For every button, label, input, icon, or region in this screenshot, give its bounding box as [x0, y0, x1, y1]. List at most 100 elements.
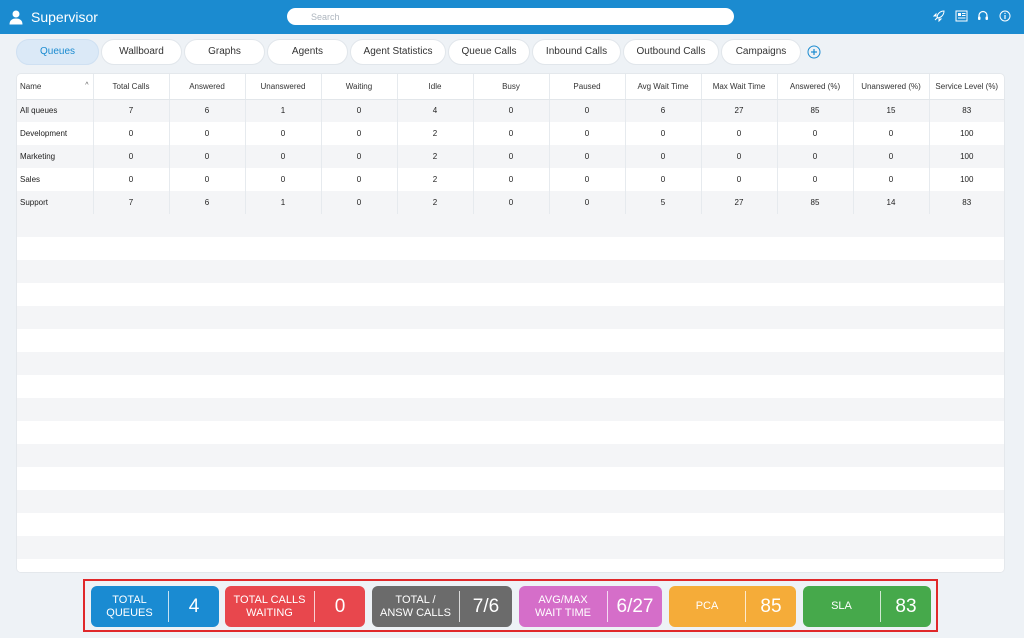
table-cell: 0: [93, 168, 170, 191]
column-header[interactable]: Total Calls: [93, 74, 170, 100]
table-cell: 0: [169, 168, 246, 191]
tab-agents[interactable]: Agents: [267, 38, 348, 65]
column-header[interactable]: Answered (%): [777, 74, 854, 100]
tab-wallboard[interactable]: Wallboard: [101, 38, 182, 65]
kpi-total-calls-waiting: TOTAL CALLS WAITING 0: [225, 586, 365, 627]
table-cell: 0: [853, 122, 930, 145]
column-header[interactable]: Unanswered (%): [853, 74, 930, 100]
table-cell: 0: [321, 145, 398, 168]
table-cell: 0: [321, 99, 398, 122]
table-cell: 0: [549, 145, 626, 168]
table-cell: 0: [625, 122, 702, 145]
kpi-label: TOTAL CALLS WAITING: [233, 593, 306, 619]
table-cell: 0: [321, 168, 398, 191]
table-cell: 7: [93, 99, 170, 122]
kpi-pca: PCA 85: [669, 586, 796, 627]
kpi-label: PCA: [695, 600, 719, 612]
table-body: All queues 7 6 1 0 4 0 0 6 27 85 15 83 Development 0 0 0…: [17, 99, 1004, 214]
table-cell: 0: [777, 145, 854, 168]
table-cell: 0: [549, 191, 626, 214]
column-header[interactable]: Answered: [169, 74, 246, 100]
tab-campaigns[interactable]: Campaigns: [721, 38, 801, 65]
tab-graphs[interactable]: Graphs: [184, 38, 265, 65]
tab-queue-calls[interactable]: Queue Calls: [448, 38, 530, 65]
table-cell: 0: [853, 168, 930, 191]
table-cell: 0: [93, 122, 170, 145]
table-row[interactable]: All queues 7 6 1 0 4 0 0 6 27 85 15 83: [17, 99, 1004, 122]
kpi-value: 4: [188, 595, 200, 617]
headset-icon[interactable]: [976, 9, 990, 23]
search-input[interactable]: [287, 8, 734, 25]
queue-name-cell: Sales: [17, 168, 94, 191]
table-row[interactable]: Marketing 0 0 0 0 2 0 0 0 0 0 0 100: [17, 145, 1004, 168]
kpi-total-queues: TOTAL QUEUES 4: [91, 586, 219, 627]
table-cell: 0: [701, 168, 778, 191]
table-row[interactable]: Sales 0 0 0 0 2 0 0 0 0 0 0 100: [17, 168, 1004, 191]
table-cell: 0: [245, 168, 322, 191]
table-cell: 0: [245, 122, 322, 145]
table-cell: 0: [549, 99, 626, 122]
queue-name-cell: Marketing: [17, 145, 94, 168]
table-cell: 1: [245, 99, 322, 122]
table-cell: 0: [321, 191, 398, 214]
column-header[interactable]: Idle: [397, 74, 474, 100]
kpi-value: 83: [895, 595, 917, 617]
kpi-value: 6/27: [616, 595, 654, 617]
queue-name-cell: All queues: [17, 99, 94, 122]
table-cell: 0: [777, 122, 854, 145]
table-cell: 4: [397, 99, 474, 122]
column-header[interactable]: Service Level (%): [929, 74, 1004, 100]
table-cell: 0: [701, 122, 778, 145]
user-icon: [9, 10, 23, 25]
queue-name-cell: Support: [17, 191, 94, 214]
table-cell: 2: [397, 168, 474, 191]
table-cell: 0: [701, 145, 778, 168]
kpi-sla: SLA 83: [803, 586, 931, 627]
table-cell: 6: [625, 99, 702, 122]
table-cell: 0: [549, 122, 626, 145]
info-icon[interactable]: [998, 9, 1012, 23]
empty-rows: [17, 214, 1004, 572]
table-row[interactable]: Support 7 6 1 0 2 0 0 5 27 85 14 83: [17, 191, 1004, 214]
kpi-value: 7/6: [472, 595, 500, 617]
column-header[interactable]: Waiting: [321, 74, 398, 100]
table-cell: 2: [397, 122, 474, 145]
kpi-avg-max-wait: AVG/MAX WAIT TIME 6/27: [519, 586, 662, 627]
tab-inbound-calls[interactable]: Inbound Calls: [532, 38, 621, 65]
table-cell: 100: [929, 122, 1004, 145]
news-icon[interactable]: [954, 9, 968, 23]
table-cell: 0: [93, 145, 170, 168]
rocket-icon[interactable]: [932, 9, 946, 23]
column-header[interactable]: Avg Wait Time: [625, 74, 702, 100]
column-header[interactable]: Unanswered: [245, 74, 322, 100]
table-cell: 2: [397, 191, 474, 214]
tab-agent-statistics[interactable]: Agent Statistics: [350, 38, 446, 65]
table-cell: 27: [701, 191, 778, 214]
table-cell: 5: [625, 191, 702, 214]
table-cell: 0: [169, 145, 246, 168]
table-cell: 83: [929, 99, 1004, 122]
tab-outbound-calls[interactable]: Outbound Calls: [623, 38, 719, 65]
queues-table: Name ^ Total Calls Answered Unanswered Wa…: [17, 74, 1004, 214]
table-cell: 0: [473, 99, 550, 122]
tab-queues[interactable]: Queues: [16, 38, 99, 65]
add-tab-icon[interactable]: [807, 45, 821, 59]
column-header-name[interactable]: Name ^: [17, 74, 94, 100]
column-header[interactable]: Max Wait Time: [701, 74, 778, 100]
table-row[interactable]: Development 0 0 0 0 2 0 0 0 0 0 0 100: [17, 122, 1004, 145]
kpi-label: AVG/MAX WAIT TIME: [534, 593, 592, 619]
tab-bar: Queues Wallboard Graphs Agents Agent Sta…: [16, 38, 821, 65]
kpi-label: TOTAL / ANSW CALLS: [380, 593, 451, 619]
sort-up-icon[interactable]: ^: [85, 82, 88, 89]
table-cell: 0: [549, 168, 626, 191]
app-header: Supervisor: [0, 0, 1024, 34]
table-cell: 0: [777, 168, 854, 191]
kpi-label: TOTAL QUEUES: [106, 593, 153, 619]
column-header[interactable]: Paused: [549, 74, 626, 100]
column-header[interactable]: Busy: [473, 74, 550, 100]
table-cell: 1: [245, 191, 322, 214]
app-title: Supervisor: [31, 9, 98, 25]
kpi-label: SLA: [831, 600, 852, 612]
table-cell: 100: [929, 145, 1004, 168]
queues-panel: Name ^ Total Calls Answered Unanswered Wa…: [16, 73, 1005, 573]
